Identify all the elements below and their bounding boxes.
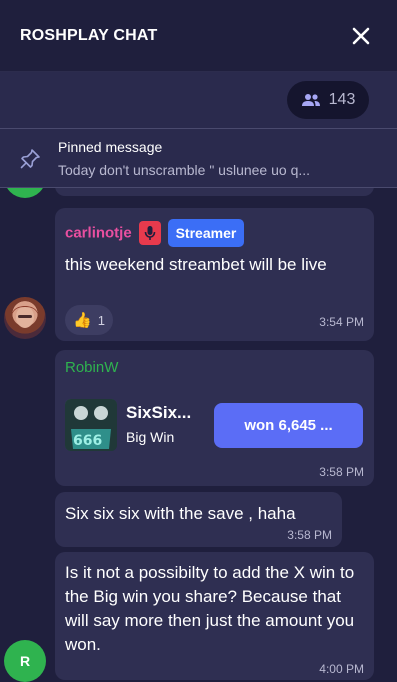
- message-bubble: Six six six with the save , haha 3:58 PM: [55, 492, 342, 547]
- pinned-title: Pinned message: [58, 139, 163, 155]
- avatar-letter: R: [19, 653, 31, 669]
- game-thumbnail[interactable]: 666: [65, 399, 117, 451]
- avatar: [4, 297, 46, 339]
- users-icon: [301, 94, 320, 106]
- message-bubble: Is it not a possibilty to add the X win …: [55, 552, 374, 680]
- game-title: SixSix...: [126, 403, 192, 422]
- message-header: carlinotje Streamer: [65, 219, 245, 247]
- message-bubble: RobinW 666 SixSix... Big Win won 6,645 .…: [55, 350, 374, 486]
- game-thumbnail-icon: 666: [65, 399, 117, 451]
- message-text: this weekend streambet will be live: [65, 255, 327, 274]
- online-users-button[interactable]: 143: [287, 81, 369, 119]
- svg-text:666: 666: [73, 433, 102, 449]
- message-bubble: [55, 188, 374, 196]
- pin-icon: [20, 149, 40, 169]
- chat-header: ROSHPLAY CHAT: [0, 0, 397, 72]
- message-time: 3:54 PM: [319, 315, 364, 329]
- avatar-photo-icon: [12, 306, 38, 328]
- chat-title: ROSHPLAY CHAT: [20, 26, 158, 44]
- message-time: 3:58 PM: [319, 465, 364, 479]
- reaction-button[interactable]: 👍 1: [65, 305, 113, 335]
- message-time: 3:58 PM: [287, 528, 332, 542]
- username[interactable]: carlinotje: [65, 225, 132, 242]
- avatar: R: [4, 640, 46, 682]
- message-time: 4:00 PM: [319, 662, 364, 676]
- streamer-badge: Streamer: [167, 219, 245, 247]
- game-subtitle: Big Win: [126, 429, 175, 445]
- message-text: Is it not a possibilty to add the X win …: [65, 563, 355, 654]
- thumbs-up-icon: 👍: [73, 312, 92, 329]
- pinned-message[interactable]: Pinned message Today don't unscramble " …: [0, 128, 397, 188]
- online-count: 143: [328, 91, 356, 108]
- online-row: 143: [0, 72, 397, 128]
- microphone-icon: [144, 226, 156, 240]
- message-text: Six six six with the save , haha: [65, 504, 296, 523]
- username[interactable]: RobinW: [65, 359, 118, 376]
- avatar: [4, 188, 46, 198]
- mic-badge: [139, 221, 162, 245]
- won-amount-button[interactable]: won 6,645 ...: [214, 403, 363, 448]
- chat-feed[interactable]: carlinotje Streamer this weekend streamb…: [0, 188, 397, 682]
- reaction-count: 1: [97, 312, 105, 328]
- pinned-text: Today don't unscramble " uslunee uo q...: [58, 162, 311, 178]
- message-bubble: carlinotje Streamer this weekend streamb…: [55, 208, 374, 341]
- close-button[interactable]: [349, 24, 373, 48]
- close-icon: [352, 27, 370, 44]
